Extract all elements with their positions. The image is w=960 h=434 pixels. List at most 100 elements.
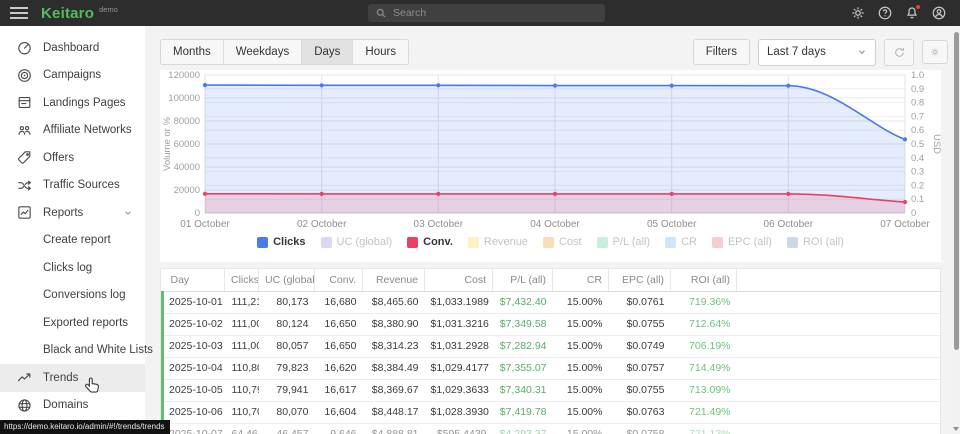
cell: 80,057	[259, 335, 315, 357]
tab-weekdays[interactable]: Weekdays	[223, 40, 301, 64]
trends-chart[interactable]: 02000040000600008000010000012000000.10.2…	[160, 70, 941, 230]
cell: $4,293.37	[493, 423, 553, 434]
sidebar-item-label: Black and White Lists	[43, 344, 153, 356]
legend-item-revenue[interactable]: Revenue	[468, 236, 528, 248]
profile-icon[interactable]	[931, 5, 947, 21]
svg-text:03 October: 03 October	[414, 219, 464, 230]
cell: 2025-10-06	[163, 401, 225, 423]
sidebar-item-black-and-white-lists[interactable]: Black and White Lists	[0, 337, 145, 365]
cell: $1,031.2928	[425, 335, 493, 357]
sidebar-item-clicks-log[interactable]: Clicks log	[0, 254, 145, 282]
column-header-cr[interactable]: CR	[553, 269, 609, 291]
column-header-cost[interactable]: Cost	[425, 269, 493, 291]
legend-item-epc-all[interactable]: EPC (all)	[712, 236, 772, 248]
tab-days[interactable]: Days	[301, 40, 352, 64]
legend-item-roi-all[interactable]: ROI (all)	[787, 236, 844, 248]
svg-text:20000: 20000	[174, 185, 200, 196]
sidebar-item-dashboard[interactable]: Dashboard	[0, 34, 145, 62]
cell: $0.0749	[609, 335, 671, 357]
cell: 719.36%	[671, 291, 737, 313]
scrollbar-down-arrow[interactable]	[953, 427, 959, 431]
cell: $0.0757	[609, 357, 671, 379]
tab-months[interactable]: Months	[161, 40, 223, 64]
table-row[interactable]: 2025-10-03111,0080,05716,650$8,314.23$1,…	[163, 335, 942, 357]
table-row[interactable]: 2025-10-01111,2180,17316,680$8,465.60$1,…	[163, 291, 942, 313]
legend-item-conv[interactable]: Conv.	[407, 236, 453, 248]
cell: $4,888.81	[363, 423, 425, 434]
column-header-day[interactable]: Day	[163, 269, 225, 291]
period-tabs: MonthsWeekdaysDaysHours	[160, 39, 409, 65]
svg-text:120000: 120000	[168, 70, 200, 81]
legend-swatch	[407, 237, 418, 248]
refresh-button[interactable]	[884, 39, 914, 66]
legend-swatch	[665, 237, 676, 248]
sidebar-item-landings-pages[interactable]: Landings Pages	[0, 89, 145, 117]
svg-text:60000: 60000	[174, 139, 200, 150]
filters-button[interactable]: Filters	[693, 39, 750, 65]
gear-icon[interactable]	[850, 5, 866, 21]
sidebar-item-exported-reports[interactable]: Exported reports	[0, 309, 145, 337]
trends-chart-card: 02000040000600008000010000012000000.10.2…	[160, 70, 941, 262]
column-header-conv[interactable]: Conv.	[315, 269, 363, 291]
search-input[interactable]	[393, 7, 598, 19]
cell: $8,314.23	[363, 335, 425, 357]
column-header-roi-all[interactable]: ROI (all)	[671, 269, 737, 291]
help-icon[interactable]	[877, 5, 893, 21]
sidebar-item-affiliate-networks[interactable]: Affiliate Networks	[0, 117, 145, 145]
cell: 2025-10-04	[163, 357, 225, 379]
search-bar[interactable]	[368, 4, 605, 22]
tab-hours[interactable]: Hours	[352, 40, 408, 64]
legend-item-uc-global[interactable]: UC (global)	[321, 236, 393, 248]
sidebar-item-trends[interactable]: Trends	[0, 364, 145, 392]
cell: $0.0763	[609, 401, 671, 423]
table-row[interactable]: 2025-10-04110,8079,82316,620$8,384.49$1,…	[163, 357, 942, 379]
table-row[interactable]: 2025-10-0764,4646,4579,646$4,888.81$595.…	[163, 423, 942, 434]
scrollbar[interactable]	[952, 26, 960, 434]
notifications-bell[interactable]	[904, 5, 920, 21]
sidebar-item-campaigns[interactable]: Campaigns	[0, 62, 145, 90]
column-header-clicks[interactable]: Clicks	[225, 269, 259, 291]
legend-item-cr[interactable]: CR	[665, 236, 697, 248]
date-range-select[interactable]: Last 7 days	[758, 39, 876, 66]
table-row[interactable]: 2025-10-06110,7080,07016,604$8,448.17$1,…	[163, 401, 942, 423]
legend-item-clicks[interactable]: Clicks	[257, 236, 305, 248]
svg-text:02 October: 02 October	[297, 219, 347, 230]
table-header-row: DayClicksUC (global)Conv.RevenueCostP/L …	[163, 269, 942, 291]
cell: 2025-10-02	[163, 313, 225, 335]
svg-text:Volume or %: Volume or %	[162, 117, 173, 171]
legend-label: CR	[681, 236, 697, 248]
svg-text:80000: 80000	[174, 116, 200, 127]
column-header-uc-global[interactable]: UC (global)	[259, 269, 315, 291]
legend-item-cost[interactable]: Cost	[543, 236, 582, 248]
column-header-epc-all[interactable]: EPC (all)	[609, 269, 671, 291]
cell: 2025-10-03	[163, 335, 225, 357]
sidebar-item-label: Conversions log	[43, 289, 125, 301]
svg-text:06 October: 06 October	[764, 219, 814, 230]
sidebar-item-offers[interactable]: Offers	[0, 144, 145, 172]
sidebar-item-domains[interactable]: Domains	[0, 392, 145, 420]
sidebar-item-reports[interactable]: Reports	[0, 199, 145, 227]
trends-table-card: DayClicksUC (global)Conv.RevenueCostP/L …	[160, 268, 941, 434]
cell: 79,941	[259, 379, 315, 401]
keitaro-logo[interactable]: Keitaro	[41, 5, 94, 22]
cell: 721.13%	[671, 423, 737, 434]
legend-item-p-l-all[interactable]: P/L (all)	[597, 236, 651, 248]
cell: 111,00	[225, 335, 259, 357]
sidebar-item-conversions-log[interactable]: Conversions log	[0, 282, 145, 310]
scrollbar-thumb[interactable]	[954, 32, 959, 350]
svg-text:40000: 40000	[174, 162, 200, 173]
column-header-p-l-all[interactable]: P/L (all)	[493, 269, 553, 291]
svg-text:0.2: 0.2	[911, 180, 924, 191]
sidebar-item-traffic-sources[interactable]: Traffic Sources	[0, 172, 145, 200]
chart-settings-button[interactable]	[922, 40, 948, 64]
column-header-revenue[interactable]: Revenue	[363, 269, 425, 291]
sidebar-item-label: Landings Pages	[43, 97, 125, 109]
table-row[interactable]: 2025-10-02111,0080,12416,650$8,380.90$1,…	[163, 313, 942, 335]
cell: 9,646	[315, 423, 363, 434]
cell: $8,384.49	[363, 357, 425, 379]
svg-text:0.1: 0.1	[911, 194, 924, 205]
table-row[interactable]: 2025-10-05110,7979,94116,617$8,369.67$1,…	[163, 379, 942, 401]
svg-text:0.4: 0.4	[911, 153, 924, 164]
menu-icon[interactable]	[10, 6, 28, 20]
sidebar-item-create-report[interactable]: Create report	[0, 227, 145, 255]
